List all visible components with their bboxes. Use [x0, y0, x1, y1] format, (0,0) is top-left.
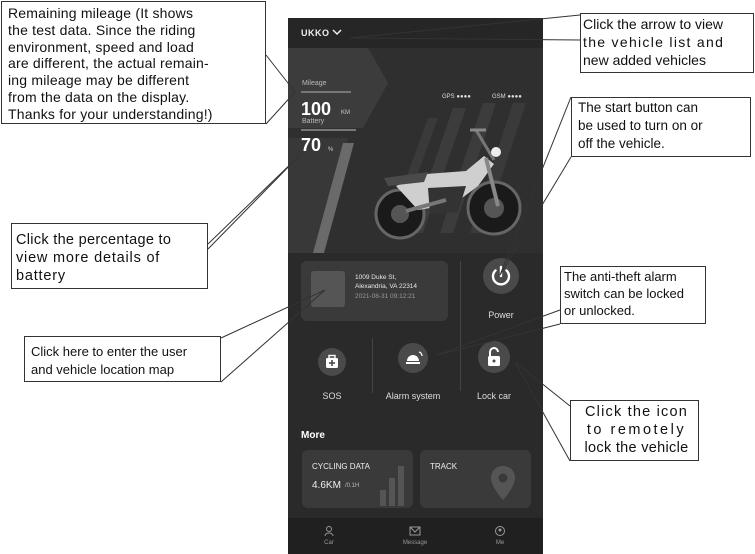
top-bar: UKKO [288, 18, 543, 48]
power-label: Power [488, 310, 514, 320]
tab-me[interactable]: Me [480, 518, 520, 554]
cycling-unit: /0.1H [345, 483, 360, 489]
tab-me-label: Me [495, 540, 505, 546]
phone-screen: UKKO GPS ●●●● GSM ●●●● Mileage 100 KM Ba… [288, 18, 543, 554]
callout-text: switch can be locked [564, 286, 684, 301]
callout-text: to remotely [586, 422, 687, 438]
callout-text: lock the vehicle [584, 440, 689, 456]
callout-text: be used to turn on or [578, 118, 703, 133]
mileage-value: 100 [301, 99, 332, 119]
cycling-value: 4.6KM [312, 480, 341, 491]
lock-button[interactable] [478, 341, 510, 373]
bar-chart-icon [380, 466, 404, 506]
callout-text: or unlocked. [564, 303, 635, 318]
callout-lock: Click the icon to remotely lock the vehi… [570, 400, 699, 461]
sos-label: SOS [322, 391, 342, 401]
location-timestamp: 2021-08-31 09:12:21 [355, 293, 416, 300]
mileage-bar [301, 91, 351, 93]
callout-text: view more details of [16, 250, 161, 266]
map-thumbnail[interactable] [311, 271, 345, 307]
callout-text: Click the icon [584, 404, 689, 420]
alarm-label: Alarm system [385, 391, 441, 401]
callout-text: new added vehicles [583, 52, 706, 68]
callout-text: and vehicle location map [31, 362, 175, 377]
alarm-button[interactable] [398, 343, 428, 373]
mileage-unit: KM [341, 110, 350, 116]
callout-text: off the vehicle. [578, 136, 665, 151]
more-title: More [301, 430, 325, 441]
location-card[interactable]: 1009 Duke St, Alexandria, VA 22314 2021-… [301, 261, 448, 321]
battery-bar [301, 129, 356, 131]
callout-text: are different, the actual remain- [8, 55, 209, 72]
vehicle-name[interactable]: UKKO [301, 28, 330, 38]
callout-text: battery [16, 268, 66, 284]
callout-text: the test data. Since the riding [8, 21, 196, 38]
track-tile[interactable]: TRACK [420, 450, 531, 508]
divider [460, 261, 461, 391]
callout-text: Click the percentage to [16, 232, 172, 248]
lock-label: Lock car [476, 391, 511, 401]
alarm-icon [406, 351, 423, 364]
medical-kit-icon [326, 354, 338, 368]
battery-value[interactable]: 70 [301, 135, 321, 156]
tab-bar: Car Message Me [288, 518, 543, 554]
gps-status: GPS ●●●● [442, 94, 471, 100]
callout-alarm: The anti-theft alarm switch can be locke… [560, 266, 706, 324]
tab-message[interactable]: Message [395, 518, 435, 554]
callout-vehicle-list: Click the arrow to view the vehicle list… [580, 13, 754, 73]
callout-text: from the data on the display. [8, 88, 190, 105]
tab-car-label: Car [324, 540, 334, 546]
callout-mileage: Remaining mileage (It shows the test dat… [1, 1, 266, 124]
profile-icon [495, 526, 505, 536]
mileage-label: Mileage [302, 80, 327, 87]
power-button[interactable] [483, 258, 519, 294]
callout-text: Thanks for your understanding!) [8, 105, 213, 122]
cycling-data-tile[interactable]: CYCLING DATA 4.6KM /0.1H [302, 450, 413, 508]
callout-text: Click the arrow to view [583, 16, 724, 32]
callout-text: environment, speed and load [8, 38, 194, 55]
chevron-down-icon[interactable] [332, 27, 342, 37]
address-line1: 1009 Duke St, [355, 274, 397, 281]
callout-text: The anti-theft alarm [564, 269, 677, 284]
divider [372, 338, 373, 393]
unlock-icon [488, 347, 500, 366]
callout-text: Remaining mileage (It shows [8, 5, 194, 21]
battery-label: Battery [302, 118, 325, 125]
callout-start-button: The start button can be used to turn on … [571, 97, 751, 157]
cycling-title: CYCLING DATA [312, 462, 370, 471]
callout-text: Click here to enter the user [31, 344, 188, 359]
gsm-status: GSM ●●●● [492, 94, 522, 100]
tab-message-label: Message [402, 540, 428, 546]
callout-battery: Click the percentage to view more detail… [11, 223, 208, 289]
message-icon [409, 526, 421, 536]
callout-location-map: Click here to enter the user and vehicle… [24, 336, 221, 382]
battery-unit[interactable]: % [328, 147, 333, 153]
vehicle-hero: GPS ●●●● GSM ●●●● [288, 48, 543, 253]
car-icon [324, 526, 334, 537]
tab-car[interactable]: Car [309, 518, 349, 554]
callout-text: the vehicle list and [583, 34, 725, 50]
track-title: TRACK [430, 462, 458, 471]
motorcycle-image [374, 128, 522, 240]
map-pin-icon [491, 466, 515, 500]
address-line2: Alexandria, VA 22314 [355, 283, 418, 290]
sos-button[interactable] [318, 348, 346, 376]
callout-text: The start button can [578, 100, 699, 115]
callout-text: ing mileage may be different [8, 72, 190, 89]
power-icon [491, 265, 511, 286]
